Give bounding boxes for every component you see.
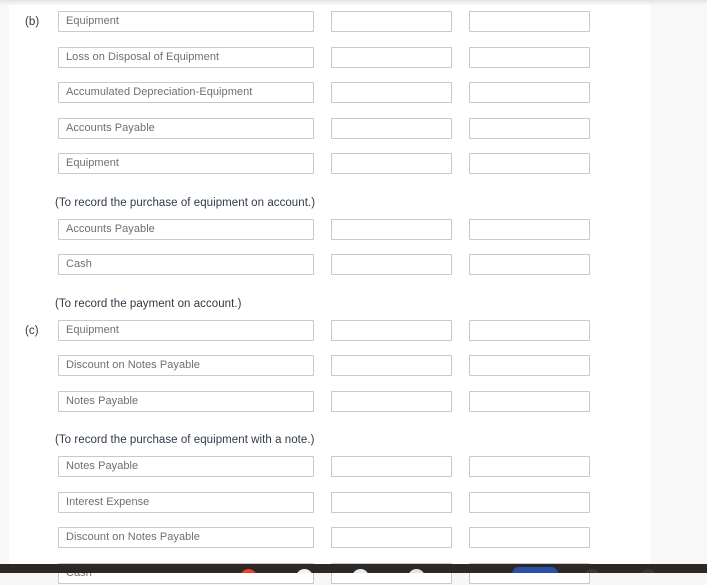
app-icon-white3[interactable] [408, 569, 425, 573]
account-title-input[interactable]: Discount on Notes Payable [58, 527, 314, 548]
app-icon-gray2[interactable] [640, 569, 657, 573]
account-title-input-text: Accounts Payable [66, 222, 155, 235]
credit-amount-input[interactable] [469, 254, 590, 275]
entry-caption: (To record the purchase of equipment wit… [9, 431, 650, 449]
account-title-input[interactable]: Interest Expense [58, 491, 314, 513]
entry-caption-text: (To record the payment on account.) [55, 297, 242, 310]
journal-entry-row: Accounts Payable [9, 117, 650, 140]
journal-entry-row: Discount on Notes Payable [9, 527, 650, 549]
debit-amount-input[interactable] [331, 11, 452, 32]
account-title-input[interactable]: Cash [58, 254, 314, 275]
debit-amount-input[interactable] [331, 319, 452, 341]
entry-group-label: (b) [25, 16, 40, 28]
account-title-input[interactable]: Accounts Payable [58, 117, 314, 139]
entry-group-label: (c) [25, 324, 39, 337]
debit-amount-input[interactable] [331, 491, 452, 513]
debit-amount-input[interactable] [331, 117, 452, 139]
credit-amount-input[interactable] [469, 153, 590, 174]
account-title-input-text: Discount on Notes Payable [66, 531, 200, 543]
debit-amount-input[interactable] [331, 456, 452, 477]
journal-entry-row: Discount on Notes Payable [9, 355, 650, 377]
journal-entry-row: Notes Payable [9, 390, 650, 413]
page-root: (b) Equipment Loss on Disposal of Equipmen… [0, 0, 707, 584]
app-icon-white2[interactable] [352, 569, 369, 573]
debit-amount-input[interactable] [331, 218, 452, 240]
journal-entry-row: Accounts Payable [9, 218, 650, 241]
journal-entry-row: Accumulated Depreciation-Equipment [9, 82, 650, 104]
journal-entry-row: Equipment [9, 153, 650, 175]
debit-amount-input[interactable] [331, 82, 452, 103]
credit-amount-input[interactable] [469, 456, 590, 477]
journal-entry-panel: (b) Equipment Loss on Disposal of Equipmen… [9, 0, 650, 584]
credit-amount-input[interactable] [469, 11, 590, 32]
credit-amount-input[interactable] [469, 319, 590, 341]
entry-caption-text: (To record the purchase of equipment on … [55, 196, 316, 209]
account-title-input-text: Accumulated Depreciation-Equipment [66, 86, 253, 98]
app-icon-gray1[interactable] [584, 569, 601, 573]
credit-amount-input[interactable] [469, 46, 590, 68]
account-title-input-text: Interest Expense [66, 495, 150, 508]
desktop-taskbar[interactable] [0, 564, 707, 573]
credit-amount-input[interactable] [469, 355, 590, 376]
journal-entry-row: Interest Expense [9, 491, 650, 514]
account-title-input[interactable]: Equipment [58, 319, 314, 341]
entry-caption: (To record the purchase of equipment on … [9, 194, 650, 212]
account-title-input-text: Loss on Disposal of Equipment [66, 50, 220, 63]
account-title-input[interactable]: Notes Payable [58, 456, 314, 477]
journal-entry-row: Notes Payable [9, 456, 650, 478]
credit-amount-input[interactable] [469, 117, 590, 139]
credit-amount-input[interactable] [469, 491, 590, 513]
journal-entry-row: (c) Equipment [9, 319, 650, 342]
debit-amount-input[interactable] [331, 527, 452, 548]
journal-entry-row: Loss on Disposal of Equipment [9, 46, 650, 69]
app-icon-white1[interactable] [296, 569, 313, 573]
account-title-input[interactable]: Accounts Payable [58, 218, 314, 240]
account-title-input[interactable]: Equipment [58, 153, 314, 174]
account-title-input-text: Equipment [66, 157, 120, 169]
credit-amount-input[interactable] [469, 218, 590, 240]
account-title-input[interactable]: Discount on Notes Payable [58, 355, 314, 376]
account-title-input[interactable]: Accumulated Depreciation-Equipment [58, 82, 314, 103]
account-title-input-text: Accounts Payable [66, 121, 155, 134]
journal-entry-row: Cash [9, 254, 650, 276]
debit-amount-input[interactable] [331, 254, 452, 275]
app-icon-red[interactable] [240, 569, 257, 573]
credit-amount-input[interactable] [469, 82, 590, 103]
journal-entry-row: (b) Equipment [9, 11, 650, 33]
account-title-input-text: Notes Payable [66, 394, 139, 407]
entry-caption: (To record the payment on account.) [9, 295, 650, 313]
account-title-input-text: Equipment [66, 15, 120, 27]
credit-amount-input[interactable] [469, 390, 590, 412]
account-title-input-text: Notes Payable [66, 460, 139, 472]
account-title-input-text: Cash [66, 258, 92, 270]
account-title-input-text: Equipment [66, 323, 120, 336]
debit-amount-input[interactable] [331, 153, 452, 174]
debit-amount-input[interactable] [331, 355, 452, 376]
debit-amount-input[interactable] [331, 46, 452, 68]
debit-amount-input[interactable] [331, 390, 452, 412]
account-title-input[interactable]: Loss on Disposal of Equipment [58, 46, 314, 68]
account-title-input[interactable]: Notes Payable [58, 390, 314, 412]
credit-amount-input[interactable] [469, 527, 590, 548]
account-title-input[interactable]: Equipment [58, 11, 314, 32]
app-icon-blue[interactable] [512, 567, 558, 573]
account-title-input-text: Discount on Notes Payable [66, 359, 200, 371]
entry-caption-text: (To record the purchase of equipment wit… [55, 434, 315, 446]
